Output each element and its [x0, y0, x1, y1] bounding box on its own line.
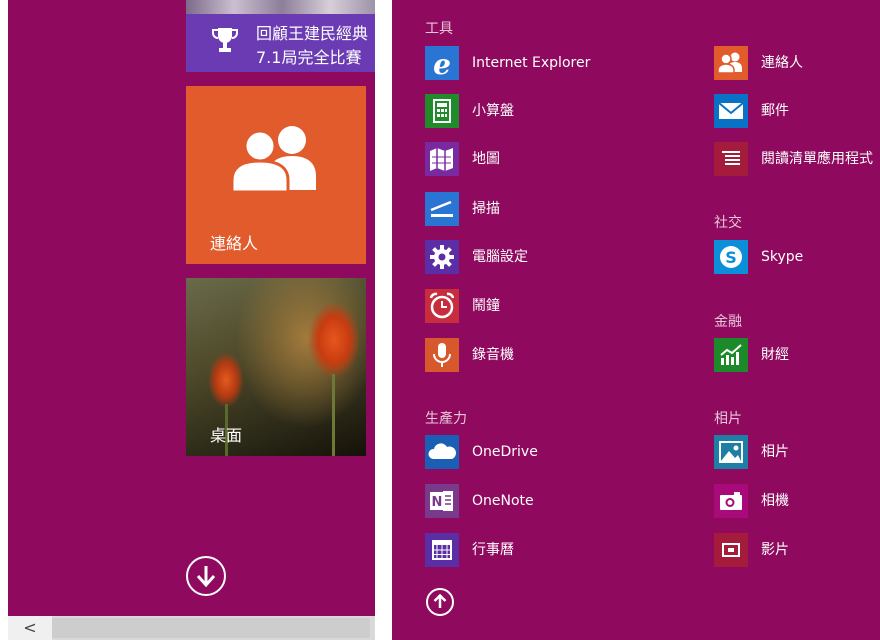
app-label: OneNote: [472, 493, 534, 509]
app-label: 相機: [761, 493, 789, 509]
onenote-icon: N: [425, 484, 459, 518]
all-apps-down-button[interactable]: [186, 556, 226, 596]
contacts-tile-label: 連絡人: [210, 234, 259, 253]
app-label: 影片: [761, 542, 789, 558]
app-label: Internet Explorer: [472, 55, 591, 71]
group-header-social: 社交: [714, 215, 742, 231]
group-header-finance: 金融: [714, 314, 742, 330]
app-label: 連絡人: [761, 55, 803, 71]
app-label: 鬧鐘: [472, 298, 500, 314]
horizontal-scrollbar[interactable]: <: [8, 616, 375, 640]
calculator-icon: [425, 94, 459, 128]
app-label: 錄音機: [472, 347, 514, 363]
arrow-up-icon: [433, 593, 447, 608]
contacts-tile[interactable]: 連絡人: [186, 86, 366, 264]
alarm-clock-icon: [425, 289, 459, 323]
news-tile[interactable]: 回顧王建民經典 7.1局完全比賽: [186, 0, 375, 72]
app-label: Skype: [761, 249, 804, 265]
svg-text:S: S: [725, 248, 737, 267]
camera-icon: [714, 484, 748, 518]
skype-icon: S: [714, 240, 748, 274]
start-screen-up-button[interactable]: [426, 588, 454, 616]
scroll-left-button[interactable]: <: [8, 616, 52, 640]
people-icon: [714, 46, 748, 80]
mail-icon: [714, 94, 748, 128]
gear-icon: [425, 240, 459, 274]
desktop-tile-label: 桌面: [210, 426, 243, 445]
app-label: 小算盤: [472, 103, 514, 119]
cloud-icon: [425, 435, 459, 469]
finance-chart-icon: [714, 338, 748, 372]
video-icon: [714, 533, 748, 567]
news-headline-line2: 7.1局完全比賽: [256, 48, 362, 67]
trophy-icon: [212, 26, 238, 56]
tulip-stem: [332, 374, 335, 456]
list-icon: [714, 142, 748, 176]
microphone-icon: [425, 338, 459, 372]
apps-view-panel: 工具 e Internet Explorer 小算盤 地圖 掃描 電腦設定 鬧鐘…: [392, 0, 880, 640]
group-header-photos: 相片: [714, 411, 742, 427]
start-screen-panel: 回顧王建民經典 7.1局完全比賽 連絡人 桌面 <: [8, 0, 375, 640]
app-label: 地圖: [472, 151, 500, 167]
app-label: OneDrive: [472, 444, 538, 460]
app-label: 財經: [761, 347, 789, 363]
app-label: 相片: [761, 444, 789, 460]
map-icon: [425, 142, 459, 176]
people-icon: [226, 124, 326, 194]
arrow-down-icon: [196, 566, 216, 588]
news-headline-line1: 回顧王建民經典: [256, 24, 369, 43]
internet-explorer-icon: e: [425, 46, 459, 80]
svg-text:N: N: [432, 495, 443, 510]
app-label: 郵件: [761, 103, 789, 119]
desktop-tile[interactable]: 桌面: [186, 278, 366, 456]
svg-text:e: e: [433, 48, 451, 80]
calendar-icon: [425, 533, 459, 567]
scroll-thumb[interactable]: [52, 618, 370, 638]
app-label: 閱讀清單應用程式: [761, 151, 873, 167]
group-header-tools: 工具: [425, 21, 453, 37]
group-header-productivity: 生產力: [425, 411, 467, 427]
app-label: 行事曆: [472, 542, 514, 558]
news-tile-image-strip: [186, 0, 375, 14]
scanner-icon: [425, 192, 459, 226]
app-label: 電腦設定: [472, 249, 528, 265]
photo-icon: [714, 435, 748, 469]
app-label: 掃描: [472, 201, 500, 217]
